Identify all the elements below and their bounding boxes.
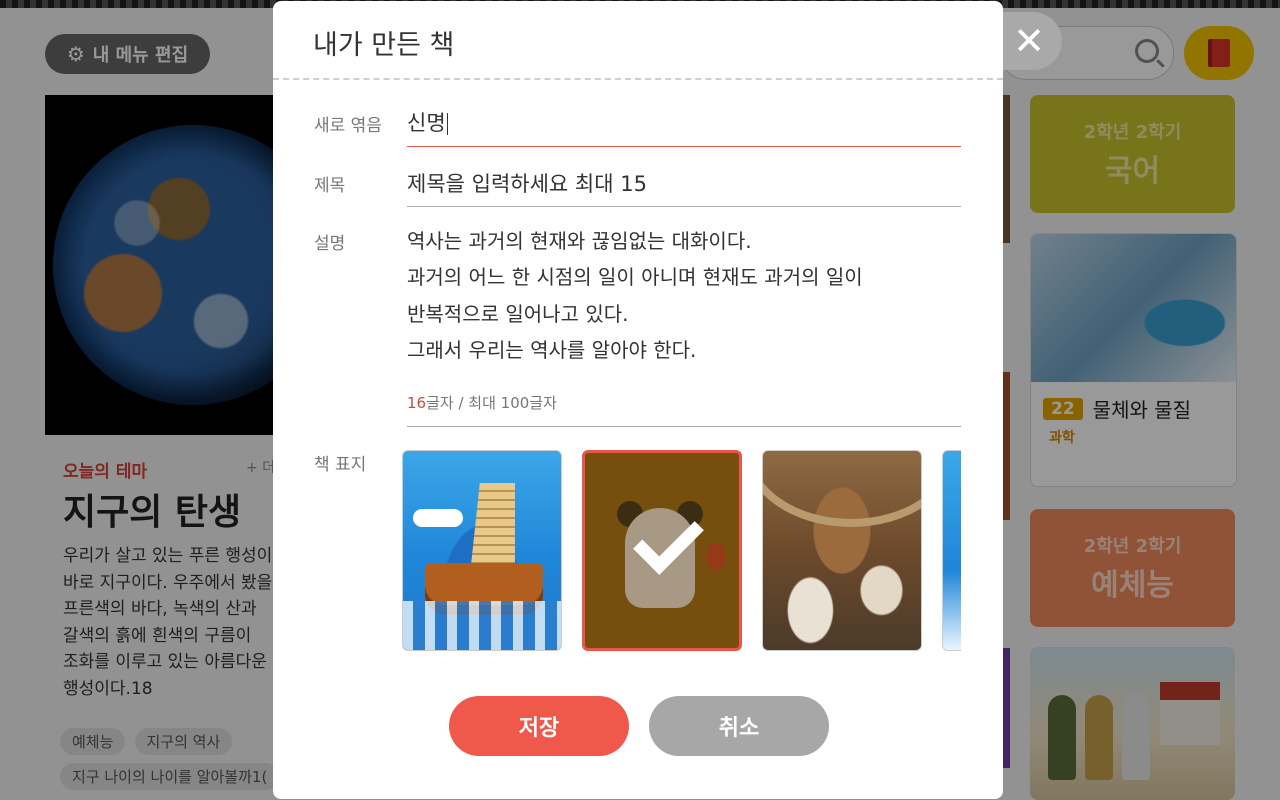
cover-option-character[interactable]: [582, 450, 742, 651]
text-cursor: [446, 113, 448, 135]
title-label: 제목: [314, 176, 346, 196]
dialog-title: 내가 만든 책: [313, 30, 455, 61]
char-count-current: 16: [407, 394, 427, 412]
char-counter: 16글자 / 최대 100글자: [407, 392, 557, 413]
cover-carousel[interactable]: [402, 450, 961, 652]
cover-label: 책 표지: [314, 455, 367, 475]
collection-value: 신명: [407, 111, 446, 135]
close-icon: ✕: [1013, 19, 1045, 63]
sea-waves: [403, 601, 561, 650]
save-button[interactable]: 저장: [449, 696, 629, 756]
char-count-unit: 글자: [426, 394, 454, 412]
collection-label: 새로 엮음: [314, 116, 382, 136]
dialog-divider: [273, 78, 1003, 80]
cloud-shape: [413, 509, 463, 527]
cancel-button[interactable]: 취소: [649, 696, 829, 756]
close-button[interactable]: ✕: [996, 12, 1062, 70]
cover-option-fresco[interactable]: [762, 450, 922, 651]
title-input[interactable]: 제목을 입력하세요 최대 15: [407, 168, 961, 198]
ship-sail: [471, 483, 515, 565]
description-textarea[interactable]: 역사는 과거의 현재와 끊임없는 대화이다. 과거의 어느 한 시점의 일이 아…: [407, 223, 961, 368]
collection-input[interactable]: 신명: [407, 107, 961, 137]
char-count-max: / 최대 100글자: [458, 394, 557, 412]
cover-option-partial[interactable]: [942, 450, 961, 651]
description-label: 설명: [314, 234, 346, 254]
description-underline: [407, 426, 961, 427]
fresco-arch: [763, 451, 921, 527]
title-underline: [407, 206, 961, 207]
my-book-dialog: 내가 만든 책 새로 엮음 신명 제목 제목을 입력하세요 최대 15 설명 역…: [273, 1, 1003, 799]
collection-underline: [407, 146, 961, 147]
cover-option-turtle-ship[interactable]: [402, 450, 562, 651]
